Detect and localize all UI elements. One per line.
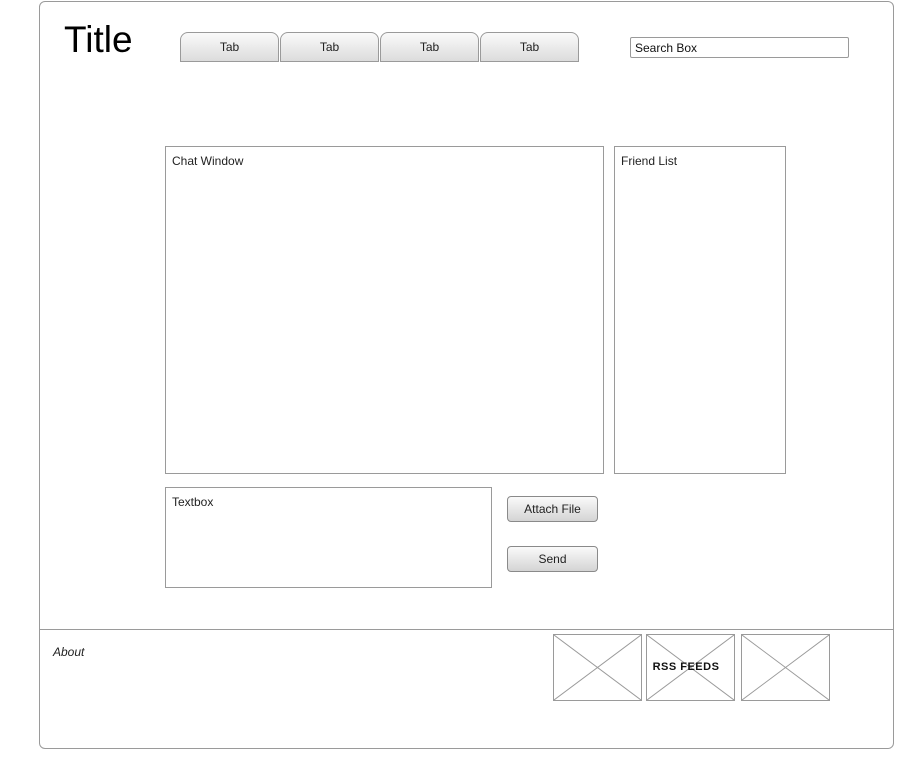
- tab-bar: Tab Tab Tab Tab: [180, 32, 579, 63]
- textbox-label: Textbox: [172, 495, 214, 509]
- chat-window-label: Chat Window: [172, 154, 244, 168]
- friend-list-label: Friend List: [621, 154, 678, 168]
- search-input[interactable]: [630, 37, 849, 58]
- footer-divider: [40, 629, 894, 630]
- about-link[interactable]: About: [53, 645, 84, 659]
- chat-window: Chat Window: [165, 146, 604, 474]
- rss-feeds-placeholder[interactable]: RSS FEEDS: [646, 634, 735, 701]
- message-textbox[interactable]: Textbox: [165, 487, 492, 588]
- tab-2[interactable]: Tab: [280, 32, 379, 62]
- rss-feeds-label: RSS FEEDS: [652, 661, 720, 673]
- send-button[interactable]: Send: [507, 546, 598, 572]
- image-placeholder-icon: [742, 635, 829, 700]
- friend-list: Friend List: [614, 146, 786, 474]
- tab-3[interactable]: Tab: [380, 32, 479, 62]
- tab-4[interactable]: Tab: [480, 32, 579, 62]
- attach-file-button[interactable]: Attach File: [507, 496, 598, 522]
- page-title: Title: [64, 19, 133, 60]
- image-placeholder: [741, 634, 830, 701]
- image-placeholder-icon: [554, 635, 641, 700]
- image-placeholder: [553, 634, 642, 701]
- tab-1[interactable]: Tab: [180, 32, 279, 62]
